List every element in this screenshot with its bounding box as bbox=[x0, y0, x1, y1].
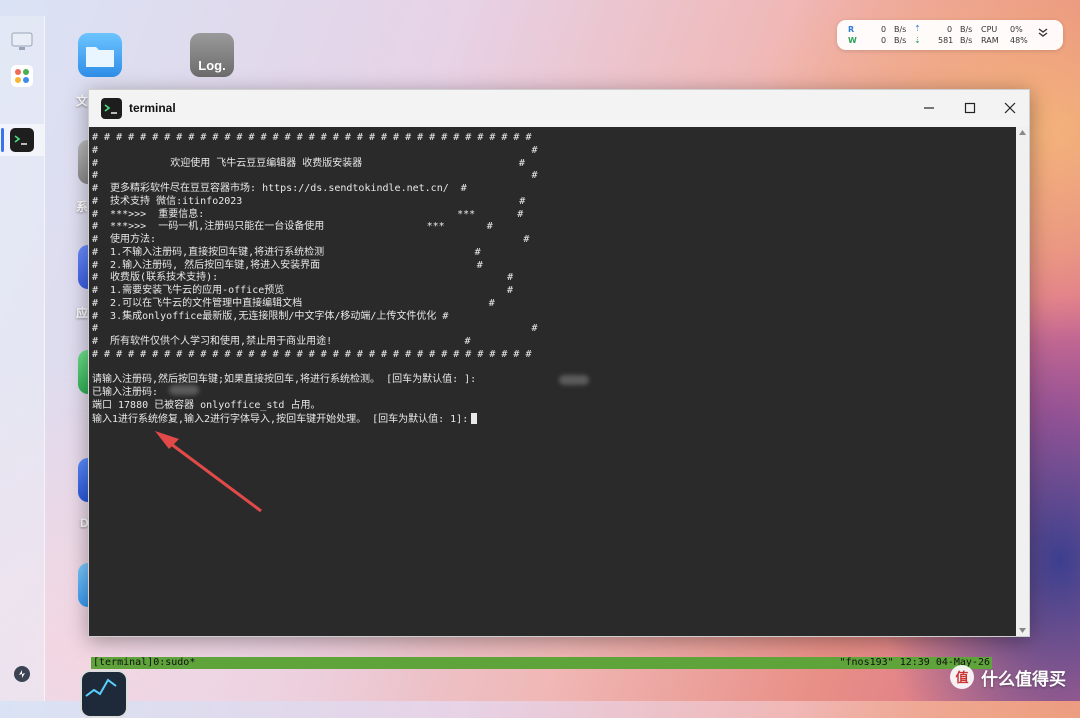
terminal-window[interactable]: terminal # # # # # # # # # # # # # # # #… bbox=[88, 89, 1030, 669]
watermark-logo-icon: 值 bbox=[950, 665, 974, 689]
download-arrow-icon: ⇣ bbox=[914, 36, 921, 45]
desktop-label-system: 系 bbox=[76, 200, 89, 214]
upload-unit: B/s bbox=[960, 25, 973, 34]
download-value: 581 bbox=[938, 36, 954, 45]
monitor-app-icon[interactable] bbox=[80, 670, 128, 718]
read-value: 0 bbox=[881, 25, 887, 34]
read-unit: B/s bbox=[894, 25, 907, 34]
collapse-chevron-icon[interactable] bbox=[1038, 28, 1048, 39]
write-unit: B/s bbox=[894, 36, 907, 45]
watermark-badge: 值 bbox=[955, 670, 968, 686]
window-titlebar[interactable]: terminal bbox=[89, 90, 1029, 127]
upload-arrow-icon: ⇡ bbox=[914, 24, 921, 33]
write-label: W bbox=[848, 36, 857, 45]
log-icon-label: Log. bbox=[198, 58, 226, 73]
desktop-label-files: 文 bbox=[76, 94, 89, 108]
upload-value: 0 bbox=[947, 25, 953, 34]
log-app-icon[interactable]: Log. bbox=[190, 33, 234, 77]
apps-grid-icon[interactable] bbox=[10, 64, 34, 88]
minimize-button[interactable] bbox=[914, 96, 944, 120]
close-button[interactable] bbox=[995, 96, 1025, 120]
terminal-dock-icon[interactable] bbox=[10, 128, 34, 152]
maximize-button[interactable] bbox=[955, 96, 985, 120]
system-monitor-widget[interactable]: R W 0 0 B/s B/s ⇡ ⇣ 0 581 B/s B/s CPU RA… bbox=[837, 20, 1063, 50]
ram-label: RAM bbox=[981, 36, 999, 45]
scrollbar[interactable] bbox=[1016, 127, 1029, 636]
read-label: R bbox=[848, 25, 855, 34]
terminal-app-icon bbox=[101, 98, 122, 119]
desktop-label-apps: 应 bbox=[76, 306, 89, 320]
watermark: 值 什么值得买 bbox=[949, 664, 1066, 690]
annotation-arrow bbox=[155, 431, 262, 513]
monitor-icon[interactable] bbox=[10, 30, 34, 54]
tmux-status-bar: [terminal]0:sudo* "fnos193" 12:39 04-May… bbox=[91, 657, 992, 669]
write-value: 0 bbox=[881, 36, 887, 45]
ram-value: 48% bbox=[1010, 36, 1028, 45]
status-left: [terminal]0:sudo* bbox=[93, 657, 196, 668]
cpu-value: 0% bbox=[1010, 25, 1023, 34]
terminal-output[interactable]: # # # # # # # # # # # # # # # # # # # # … bbox=[89, 127, 1016, 669]
left-dock bbox=[0, 16, 45, 701]
watermark-text: 什么值得买 bbox=[981, 669, 1066, 689]
window-title: terminal bbox=[129, 101, 176, 115]
cpu-label: CPU bbox=[981, 25, 998, 34]
download-unit: B/s bbox=[960, 36, 973, 45]
files-app-icon[interactable] bbox=[78, 33, 122, 77]
power-icon[interactable] bbox=[10, 662, 34, 686]
